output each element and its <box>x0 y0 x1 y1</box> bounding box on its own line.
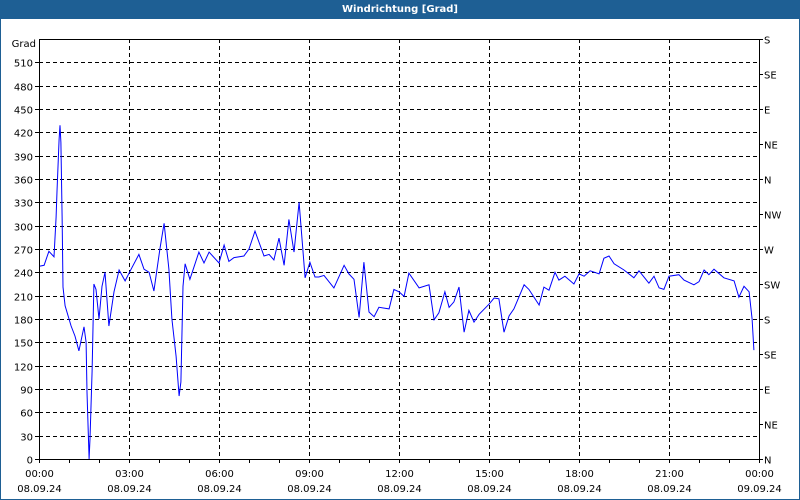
right-axis-label: NE <box>764 421 778 432</box>
y-tick-label: 120 <box>14 363 33 374</box>
y-tick-label: 450 <box>14 106 33 117</box>
x-tick-time: 15:00 <box>475 469 504 480</box>
right-axis-label: SE <box>764 351 777 362</box>
right-axis-label: SE <box>764 71 777 82</box>
y-tick-label: 270 <box>14 246 33 257</box>
y-tick-label: 30 <box>20 433 33 444</box>
y-tick-label: 360 <box>14 176 33 187</box>
x-tick-date: 08.09.24 <box>557 484 602 495</box>
x-tick-date: 08.09.24 <box>377 484 422 495</box>
y-tick-label: 510 <box>14 59 33 70</box>
x-tick-time: 21:00 <box>655 469 684 480</box>
y-tick-label: 60 <box>20 409 33 420</box>
y-tick-label: 390 <box>14 153 33 164</box>
y-tick-label: 150 <box>14 339 33 350</box>
wind-direction-chart: 0 30 60 90 120 150 180 210 240 270 300 330 360 390 420… <box>12 36 782 496</box>
right-axis-label: E <box>764 386 770 397</box>
x-tick-time: 18:00 <box>565 469 594 480</box>
x-tick-date: 08.09.24 <box>107 484 152 495</box>
right-axis-label: SW <box>764 281 780 292</box>
x-tick-date: 08.09.24 <box>17 484 62 495</box>
x-tick-date: 08.09.24 <box>197 484 242 495</box>
right-axis-label: N <box>764 176 771 187</box>
right-axis-label: NW <box>764 211 781 222</box>
x-tick-date: 08.09.24 <box>467 484 512 495</box>
wind-direction-line <box>39 125 755 460</box>
x-tick-time: 09:00 <box>295 469 324 480</box>
x-tick-date: 09.09.24 <box>737 484 782 495</box>
x-tick-time: 03:00 <box>115 469 144 480</box>
y-tick-label: 240 <box>14 269 33 280</box>
y-tick-label: 210 <box>14 293 33 304</box>
y-tick-label: 300 <box>14 223 33 234</box>
x-tick-time: 00:00 <box>745 469 774 480</box>
right-axis-label: S <box>764 316 770 327</box>
y-tick-label: 480 <box>14 83 33 94</box>
y-tick-label: 420 <box>14 129 33 140</box>
x-tick-date: 08.09.24 <box>647 484 692 495</box>
y-tick-label: 0 <box>27 456 33 467</box>
right-axis-label: NE <box>764 141 778 152</box>
y-axis-label: Grad <box>12 39 36 50</box>
y-tick-label: 330 <box>14 199 33 210</box>
y-tick-label: 180 <box>14 316 33 327</box>
right-axis-label: W <box>764 246 774 257</box>
x-tick-time: 00:00 <box>25 469 54 480</box>
x-tick-time: 06:00 <box>205 469 234 480</box>
y-tick-label: 90 <box>20 386 33 397</box>
x-tick-date: 08.09.24 <box>287 484 332 495</box>
right-axis-label: N <box>764 456 771 467</box>
right-axis-label: S <box>764 36 770 47</box>
right-axis-label: E <box>764 106 770 117</box>
x-tick-time: 12:00 <box>385 469 414 480</box>
